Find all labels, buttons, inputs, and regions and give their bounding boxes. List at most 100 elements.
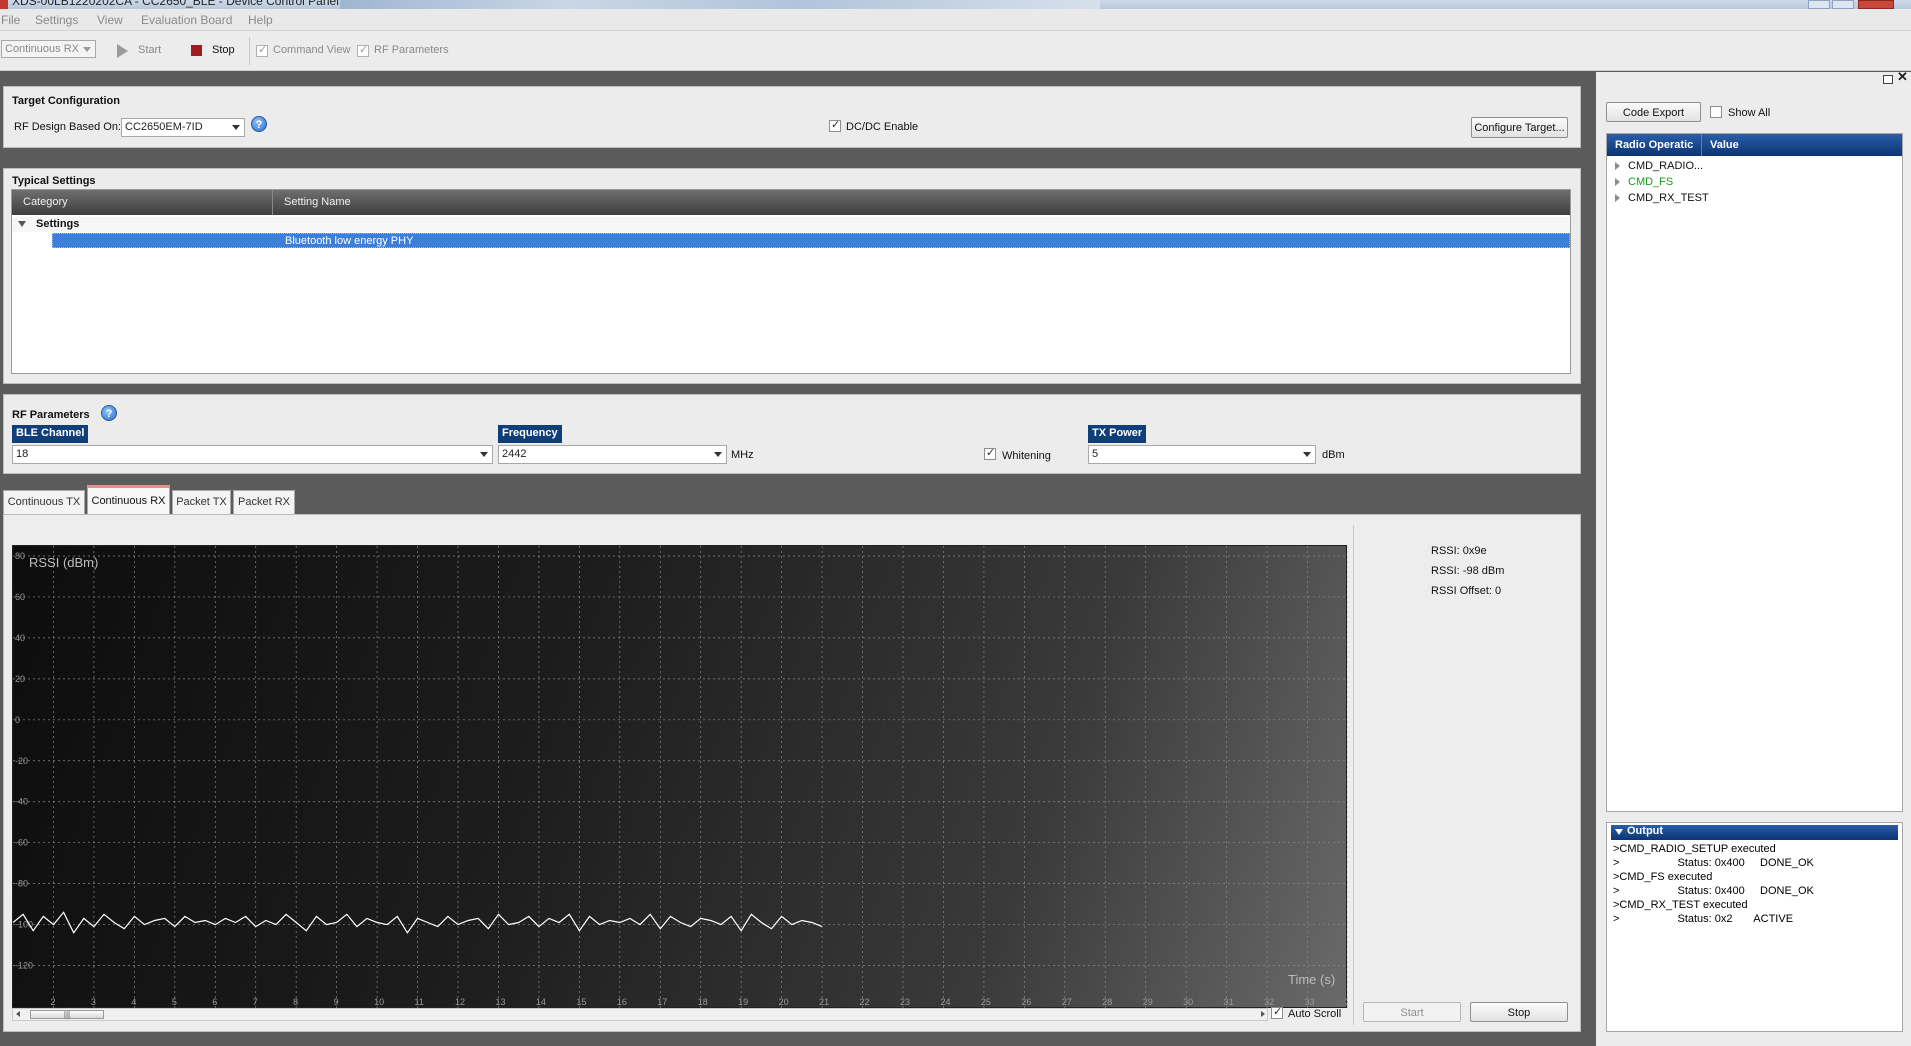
column-category[interactable]: Category: [23, 196, 68, 208]
mode-select[interactable]: Continuous RX: [1, 40, 96, 58]
output-panel: Output >CMD_RADIO_SETUP executed > Statu…: [1606, 822, 1903, 1032]
code-export-button[interactable]: Code Export: [1606, 102, 1701, 122]
column-setting-name[interactable]: Setting Name: [284, 196, 351, 208]
x-tick-label: 11: [415, 997, 424, 1007]
tree-header: Radio Operatic Value: [1607, 134, 1902, 156]
auto-scroll-checkbox[interactable]: [1271, 1005, 1283, 1019]
x-axis-label: Time (s): [1288, 972, 1335, 987]
dcdc-enable-checkbox[interactable]: [829, 118, 841, 132]
output-line: >CMD_FS executed: [1613, 871, 1713, 883]
expand-icon[interactable]: [1615, 178, 1620, 187]
x-tick-label: 25: [981, 997, 991, 1007]
tree-item-cmd-fs[interactable]: CMD_FS: [1615, 176, 1673, 188]
whitening-checkbox[interactable]: [984, 446, 996, 460]
tx-power-label: TX Power: [1088, 425, 1147, 443]
setting-name-cell: Bluetooth low energy PHY: [285, 235, 414, 247]
x-tick-label: 20: [779, 997, 789, 1007]
y-tick-label: 0: [15, 715, 20, 725]
y-tick-label: -20: [15, 756, 28, 766]
x-tick-label: 15: [576, 997, 586, 1007]
rf-parameters-checkbox[interactable]: [357, 43, 369, 57]
expand-icon[interactable]: [1615, 194, 1620, 203]
x-tick-label: 21: [819, 997, 829, 1007]
x-tick-label: 26: [1021, 997, 1031, 1007]
window-title: XDS-00LB1220202CA - CC2650_BLE - Device …: [12, 0, 339, 8]
collapse-icon[interactable]: [1615, 829, 1623, 835]
menu-view[interactable]: View: [97, 13, 123, 27]
restore-pane-icon[interactable]: [1883, 75, 1893, 84]
help-icon[interactable]: ?: [101, 405, 117, 421]
minimize-button[interactable]: [1808, 0, 1830, 9]
y-tick-label: 80: [15, 551, 25, 561]
x-tick-label: 18: [698, 997, 708, 1007]
tx-power-select[interactable]: 5: [1088, 445, 1316, 464]
tree-item-cmd-rx-test[interactable]: CMD_RX_TEST: [1615, 192, 1709, 204]
chevron-down-icon: [1303, 452, 1311, 457]
chevron-down-icon: [232, 125, 240, 130]
output-header[interactable]: Output: [1611, 825, 1898, 840]
y-tick-label: -120: [15, 961, 33, 971]
table-row[interactable]: Bluetooth low energy PHY: [52, 233, 1570, 248]
ble-channel-select[interactable]: 18: [12, 445, 493, 464]
menu-settings[interactable]: Settings: [35, 13, 78, 27]
x-tick-label: 14: [536, 997, 546, 1007]
x-tick-label: 8: [293, 997, 298, 1007]
output-line: >CMD_RX_TEST executed: [1613, 899, 1748, 911]
chart-horizontal-scrollbar[interactable]: |||: [12, 1008, 1268, 1021]
close-pane-icon[interactable]: ✕: [1897, 69, 1908, 85]
chevron-down-icon: [480, 452, 488, 457]
chevron-down-icon: [714, 452, 722, 457]
y-tick-label: 40: [15, 633, 25, 643]
show-all-checkbox[interactable]: [1710, 106, 1722, 118]
scroll-right-icon[interactable]: [1261, 1011, 1265, 1017]
tab-packet-tx[interactable]: Packet TX: [172, 490, 231, 514]
x-tick-label: 19: [738, 997, 748, 1007]
rf-parameters-label: RF Parameters: [374, 44, 449, 56]
command-view-label: Command View: [273, 44, 351, 56]
help-icon[interactable]: ?: [251, 116, 267, 132]
tab-continuous-rx[interactable]: Continuous RX: [87, 485, 170, 515]
menu-help[interactable]: Help: [248, 13, 273, 27]
column-value[interactable]: Value: [1710, 139, 1739, 151]
menu-file[interactable]: File: [1, 13, 20, 27]
toolbar-stop-button[interactable]: Stop: [212, 44, 235, 56]
frequency-select[interactable]: 2442: [498, 445, 727, 464]
x-tick-label: 9: [334, 997, 339, 1007]
taskbar-strip: [340, 0, 1100, 9]
expand-icon[interactable]: [18, 221, 26, 227]
configure-target-button[interactable]: Configure Target...: [1471, 117, 1568, 138]
toolbar-start-button[interactable]: Start: [138, 44, 161, 56]
expand-icon[interactable]: [1615, 162, 1620, 171]
column-radio-operation[interactable]: Radio Operatic: [1615, 139, 1693, 151]
rf-parameters-title: RF Parameters: [12, 409, 90, 421]
play-icon[interactable]: [117, 44, 128, 58]
tab-continuous-tx[interactable]: Continuous TX: [3, 490, 85, 514]
rx-stop-button[interactable]: Stop: [1470, 1002, 1568, 1022]
target-configuration-title: Target Configuration: [12, 95, 120, 107]
tree-item-label: CMD_RADIO...: [1628, 160, 1704, 172]
close-window-button[interactable]: [1858, 0, 1894, 9]
output-line: >CMD_RADIO_SETUP executed: [1613, 843, 1776, 855]
menu-evaluation-board[interactable]: Evaluation Board: [141, 13, 232, 27]
tree-item-cmd-radio[interactable]: CMD_RADIO...: [1615, 160, 1703, 172]
maximize-button[interactable]: [1832, 0, 1854, 9]
stop-icon[interactable]: [191, 45, 202, 56]
scroll-thumb[interactable]: |||: [30, 1010, 104, 1019]
rx-start-button[interactable]: Start: [1363, 1002, 1461, 1022]
y-tick-label: -80: [15, 879, 28, 889]
title-bar: XDS-00LB1220202CA - CC2650_BLE - Device …: [0, 0, 1911, 9]
settings-group-row[interactable]: Settings: [12, 217, 1570, 232]
x-tick-label: 7: [253, 997, 258, 1007]
rf-design-select[interactable]: CC2650EM-7ID: [121, 118, 245, 137]
y-axis-label: RSSI (dBm): [29, 555, 98, 570]
command-view-checkbox[interactable]: [256, 43, 268, 57]
y-tick-label: -60: [15, 838, 28, 848]
column-divider: [272, 190, 273, 215]
tab-packet-rx[interactable]: Packet RX: [233, 490, 295, 514]
x-tick-label: 31: [1224, 997, 1234, 1007]
x-tick-label: 3: [91, 997, 96, 1007]
scroll-left-icon[interactable]: [16, 1011, 20, 1017]
x-tick-label: 16: [617, 997, 627, 1007]
rssi-chart: 80 60 40 20 0 -20 -40 -60 -80 -100 -120 2 3 4 5 6 7 8 9 10 1…: [12, 545, 1348, 1009]
chevron-down-icon: [83, 47, 91, 52]
